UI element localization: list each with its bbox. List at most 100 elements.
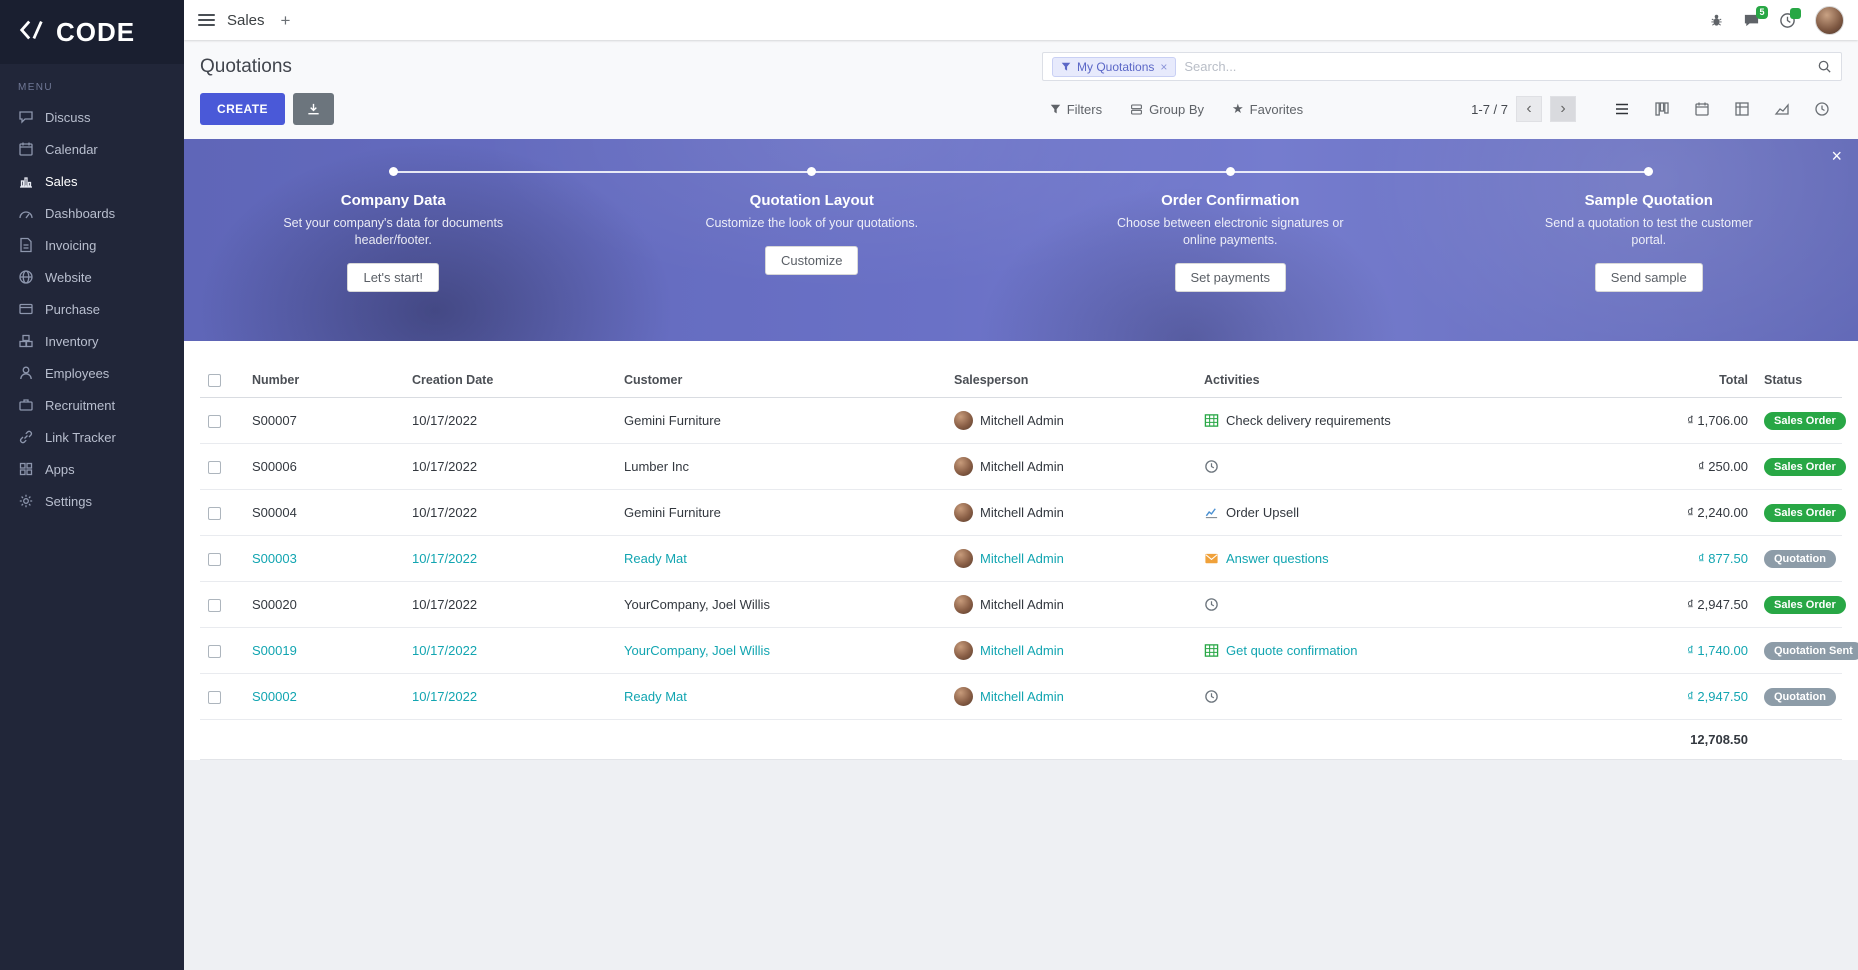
remove-filter-icon[interactable]: × — [1160, 60, 1167, 74]
export-button[interactable] — [293, 93, 334, 125]
create-button[interactable]: CREATE — [200, 93, 285, 125]
gear-icon — [18, 493, 34, 509]
sidebar-item-apps[interactable]: Apps — [0, 453, 184, 485]
sidebar-item-dashboards[interactable]: Dashboards — [0, 197, 184, 229]
customer-name: YourCompany, Joel Willis — [616, 582, 946, 628]
pager-next-button[interactable]: › — [1550, 96, 1576, 122]
column-header-total[interactable]: Total — [1616, 363, 1756, 398]
group-by-button[interactable]: Group By — [1130, 102, 1204, 117]
table-row[interactable]: S00007 10/17/2022 Gemini Furniture Mitch… — [200, 398, 1842, 444]
lets-start-button[interactable]: Let's start! — [347, 263, 439, 292]
column-header-customer[interactable]: Customer — [616, 363, 946, 398]
row-checkbox[interactable] — [208, 415, 221, 428]
row-checkbox[interactable] — [208, 461, 221, 474]
creation-date: 10/17/2022 — [404, 536, 616, 582]
hamburger-menu-icon[interactable] — [198, 11, 215, 29]
messages-icon[interactable]: 5 — [1743, 12, 1760, 29]
add-tab-icon[interactable]: + — [281, 12, 291, 29]
row-checkbox[interactable] — [208, 599, 221, 612]
select-all-checkbox[interactable] — [208, 374, 221, 387]
messages-badge: 5 — [1756, 6, 1768, 19]
sidebar-item-discuss[interactable]: Discuss — [0, 101, 184, 133]
graph-view-button[interactable] — [1762, 94, 1802, 124]
banner-close-icon[interactable]: × — [1831, 147, 1842, 165]
current-app-name[interactable]: Sales — [227, 12, 265, 29]
status-badge: Quotation — [1764, 550, 1836, 568]
sidebar-item-label: Link Tracker — [45, 430, 116, 445]
debug-icon[interactable] — [1709, 13, 1724, 28]
customer-name: Gemini Furniture — [616, 398, 946, 444]
table-row[interactable]: S00003 10/17/2022 Ready Mat Mitchell Adm… — [200, 536, 1842, 582]
step-title: Quotation Layout — [603, 192, 1022, 209]
total-amount: ₫ 877.50 — [1616, 536, 1756, 582]
row-checkbox[interactable] — [208, 507, 221, 520]
clock-icon[interactable] — [1204, 459, 1219, 474]
boxes-icon — [18, 333, 34, 349]
sidebar-item-employees[interactable]: Employees — [0, 357, 184, 389]
pager-range: 1-7 / 7 — [1471, 102, 1508, 117]
send-sample-button[interactable]: Send sample — [1595, 263, 1703, 292]
activities-icon[interactable] — [1779, 12, 1796, 29]
search-filter-tag[interactable]: My Quotations × — [1052, 57, 1176, 77]
download-icon — [306, 102, 321, 117]
favorites-button[interactable]: ★ Favorites — [1232, 101, 1303, 117]
clock-icon[interactable] — [1204, 597, 1219, 612]
calendar-view-button[interactable] — [1682, 94, 1722, 124]
user-avatar[interactable] — [1815, 6, 1844, 35]
table-row[interactable]: S00020 10/17/2022 YourCompany, Joel Will… — [200, 582, 1842, 628]
activity-label: Check delivery requirements — [1226, 413, 1391, 428]
list-view-button[interactable] — [1602, 94, 1642, 124]
row-checkbox[interactable] — [208, 553, 221, 566]
column-header-number[interactable]: Number — [244, 363, 404, 398]
search-box[interactable]: My Quotations × — [1042, 52, 1842, 81]
salesperson-name: Mitchell Admin — [980, 413, 1064, 428]
table-row[interactable]: S00002 10/17/2022 Ready Mat Mitchell Adm… — [200, 674, 1842, 720]
sidebar-item-website[interactable]: Website — [0, 261, 184, 293]
pager-previous-button[interactable]: ‹ — [1516, 96, 1542, 122]
clock-icon[interactable] — [1204, 689, 1219, 704]
status-badge: Sales Order — [1764, 504, 1846, 522]
total-amount: ₫ 2,240.00 — [1616, 490, 1756, 536]
filters-button[interactable]: Filters — [1050, 102, 1102, 117]
creation-date: 10/17/2022 — [404, 674, 616, 720]
step-dot — [1226, 167, 1235, 176]
total-amount: ₫ 250.00 — [1616, 444, 1756, 490]
sidebar-item-recruitment[interactable]: Recruitment — [0, 389, 184, 421]
column-header-salesperson[interactable]: Salesperson — [946, 363, 1196, 398]
column-header-creation-date[interactable]: Creation Date — [404, 363, 616, 398]
set-payments-button[interactable]: Set payments — [1175, 263, 1287, 292]
search-icon[interactable] — [1817, 59, 1832, 74]
row-checkbox[interactable] — [208, 645, 221, 658]
sidebar-item-purchase[interactable]: Purchase — [0, 293, 184, 325]
kanban-view-button[interactable] — [1642, 94, 1682, 124]
sidebar-item-settings[interactable]: Settings — [0, 485, 184, 517]
customize-button[interactable]: Customize — [765, 246, 858, 275]
search-input[interactable] — [1184, 59, 1809, 74]
pivot-view-button[interactable] — [1722, 94, 1762, 124]
row-checkbox[interactable] — [208, 691, 221, 704]
salesperson-name: Mitchell Admin — [980, 505, 1064, 520]
step-dot — [807, 167, 816, 176]
onboarding-step-order-confirmation: Order Confirmation Choose between electr… — [1021, 167, 1440, 292]
sidebar-item-label: Sales — [45, 174, 78, 189]
step-description: Set your company's data for documents he… — [276, 215, 511, 249]
sidebar: CODE MENU Discuss Calendar Sales Dashboa… — [0, 0, 184, 970]
app-logo[interactable]: CODE — [0, 0, 184, 64]
sidebar-item-link-tracker[interactable]: Link Tracker — [0, 421, 184, 453]
sidebar-item-sales[interactable]: Sales — [0, 165, 184, 197]
column-header-activities[interactable]: Activities — [1196, 363, 1616, 398]
activity-view-button[interactable] — [1802, 94, 1842, 124]
sidebar-item-inventory[interactable]: Inventory — [0, 325, 184, 357]
sidebar-item-calendar[interactable]: Calendar — [0, 133, 184, 165]
column-header-status[interactable]: Status — [1756, 363, 1842, 398]
sidebar-item-invoicing[interactable]: Invoicing — [0, 229, 184, 261]
step-title: Company Data — [184, 192, 603, 209]
kanban-view-icon — [1654, 101, 1670, 117]
list-view-icon — [1614, 101, 1630, 117]
sidebar-item-label: Dashboards — [45, 206, 115, 221]
onboarding-step-company-data: Company Data Set your company's data for… — [184, 167, 603, 292]
table-row[interactable]: S00004 10/17/2022 Gemini Furniture Mitch… — [200, 490, 1842, 536]
star-icon: ★ — [1232, 101, 1244, 117]
table-row[interactable]: S00019 10/17/2022 YourCompany, Joel Will… — [200, 628, 1842, 674]
table-row[interactable]: S00006 10/17/2022 Lumber Inc Mitchell Ad… — [200, 444, 1842, 490]
